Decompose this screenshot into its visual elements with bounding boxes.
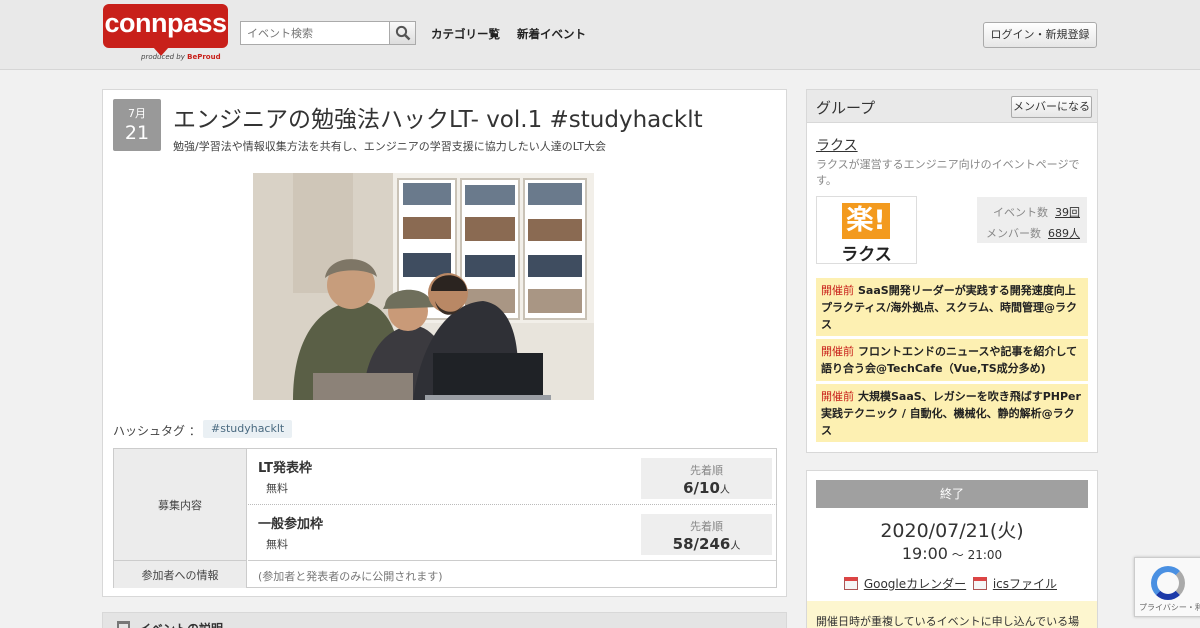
description-heading: イベントの説明 <box>139 620 223 628</box>
group-event-item[interactable]: 開催前 SaaS開発リーダーが実践する開発速度向上プラクティス/海外拠点、スクラム… <box>816 278 1088 336</box>
hashtag-label: ハッシュタグ ： <box>113 424 201 438</box>
google-calendar-link[interactable]: Googleカレンダー <box>864 577 966 591</box>
recaptcha-icon <box>1151 566 1185 600</box>
description-icon <box>117 621 130 628</box>
frame-count-box: 先着順 6/10人 <box>641 458 772 499</box>
nav-category-list[interactable]: カテゴリー覧 <box>431 26 500 42</box>
frame-row-general: 一般参加枠 無料 先着順 58/246人 <box>248 505 777 561</box>
group-event-item[interactable]: 開催前 大規模SaaS、レガシーを吹き飛ばすPHPer実践テクニック / 自動化、… <box>816 384 1088 442</box>
frame-count: 58/246人 <box>672 535 741 553</box>
login-signup-button[interactable]: ログイン・新規登録 <box>983 22 1097 48</box>
description-header: イベントの説明 <box>103 613 786 628</box>
participant-info-value: (参加者と発表者のみに公開されます) <box>258 570 443 583</box>
calendar-add-icon <box>844 577 858 590</box>
calendar-links: Googleカレンダー icsファイル <box>807 575 1097 592</box>
group-member-count: メンバー数 689人 <box>986 227 1080 240</box>
group-event-count: イベント数 39回 <box>993 206 1080 219</box>
search-icon <box>395 25 411 41</box>
event-photo-illustration <box>253 173 594 400</box>
frame-price: 無料 <box>266 482 288 495</box>
event-time: 19:00 ～ 21:00 <box>901 544 1003 563</box>
group-header: グループ メンバーになる <box>807 90 1097 123</box>
site-header: connpass produced by BeProud カテゴリー覧 新着イベ… <box>0 0 1200 70</box>
group-event-count-link[interactable]: 39回 <box>1055 206 1080 219</box>
description-card: イベントの説明 <box>102 612 787 628</box>
group-logo[interactable]: 楽! ラクス <box>816 196 917 265</box>
frame-name: 一般参加枠 <box>258 517 324 532</box>
frame-count-title: 先着順 <box>690 464 723 477</box>
event-card: 7月 21 エンジニアの勉強法ハックLT- vol.1 #studyhacklt… <box>102 89 787 597</box>
group-logo-text: ラクス <box>841 245 892 265</box>
recaptcha-badge[interactable]: プライバシー・利用規約 <box>1134 557 1200 617</box>
event-subtitle: 勉強/学習法や情報収集方法を共有し、エンジニアの学習支援に協力したい人達のLT大… <box>173 140 607 153</box>
event-month: 7月 <box>128 107 146 120</box>
calendar-add-icon <box>972 577 987 590</box>
recaptcha-text[interactable]: プライバシー・利用規約 <box>1139 602 1200 613</box>
frame-row-lt: LT発表枠 無料 先着順 6/10人 <box>248 449 777 505</box>
duplicate-notice: 開催日時が重複しているイベントに申し込んでいる場 <box>807 601 1097 628</box>
recruit-label: 募集内容 <box>114 449 247 561</box>
frame-price: 無料 <box>266 538 288 551</box>
event-day: 21 <box>124 122 150 144</box>
search-input[interactable] <box>240 21 390 45</box>
logo-sub: produced by BeProud <box>141 53 221 61</box>
event-title: エンジニアの勉強法ハックLT- vol.1 #studyhacklt <box>173 107 703 133</box>
frame-name: LT発表枠 <box>258 461 312 476</box>
ics-file-link[interactable]: icsファイル <box>993 577 1057 591</box>
group-stats: イベント数 39回 メンバー数 689人 <box>977 197 1087 243</box>
search-button[interactable] <box>389 21 416 45</box>
event-date-badge: 7月 21 <box>113 99 161 151</box>
logo-text: connpass <box>104 8 227 38</box>
become-member-button[interactable]: メンバーになる <box>1011 96 1092 118</box>
hashtag-link[interactable]: #studyhacklt <box>203 420 293 438</box>
frame-count: 6/10人 <box>683 479 730 497</box>
connpass-logo[interactable]: connpass produced by BeProud <box>103 4 228 62</box>
event-status-bar: 終了 <box>816 480 1088 508</box>
event-date: 2020/07/21(火) <box>880 520 1024 542</box>
participant-info-label: 参加者への情報 <box>114 561 247 588</box>
group-logo-mark: 楽! <box>842 203 890 239</box>
group-event-item[interactable]: 開催前 フロントエンドのニュースや記事を紹介して語り合う会@TechCafe（Vu… <box>816 339 1088 381</box>
frame-count-title: 先着順 <box>690 520 723 533</box>
group-description: ラクスが運営するエンジニア向けのイベントページです。 <box>816 158 1080 187</box>
group-name-link[interactable]: ラクス <box>816 135 858 155</box>
group-member-count-link[interactable]: 689人 <box>1048 227 1080 240</box>
group-heading: グループ <box>816 99 876 117</box>
frame-count-box: 先着順 58/246人 <box>641 514 772 555</box>
recruit-table: 募集内容 LT発表枠 無料 先着順 6/10人 一般参加枠 無料 先着順 58/… <box>113 448 777 588</box>
nav-new-events[interactable]: 新着イベント <box>517 26 586 42</box>
group-card: グループ メンバーになる ラクス ラクスが運営するエンジニア向けのイベントページ… <box>806 89 1098 453</box>
event-photo <box>253 173 594 400</box>
schedule-card: 終了 2020/07/21(火) 19:00 ～ 21:00 Googleカレン… <box>806 470 1098 628</box>
